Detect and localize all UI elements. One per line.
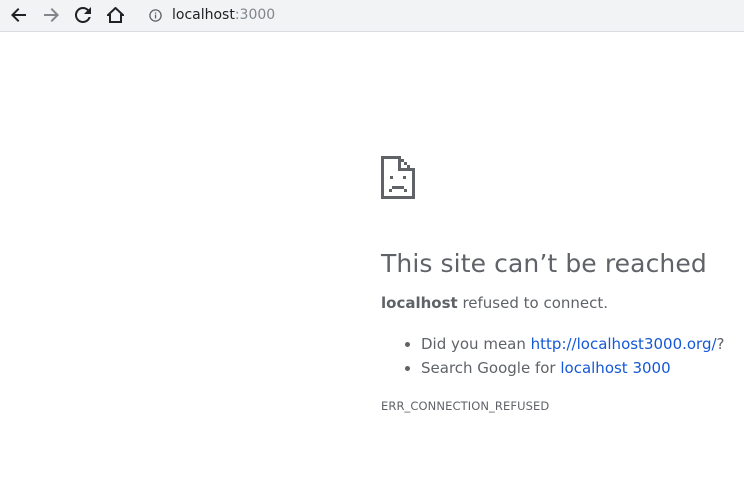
suggestion-prefix: Search Google for xyxy=(421,359,561,377)
url-host: localhost xyxy=(172,7,235,23)
list-item: Did you mean http://localhost3000.org/? xyxy=(421,332,741,356)
reload-button[interactable] xyxy=(70,3,96,27)
forward-arrow-icon xyxy=(44,8,59,22)
suggested-url-link[interactable]: http://localhost3000.org/ xyxy=(531,335,717,353)
back-button[interactable] xyxy=(6,3,32,27)
info-icon[interactable] xyxy=(147,7,163,23)
list-item: Search Google for localhost 3000 xyxy=(421,356,741,380)
forward-button[interactable] xyxy=(38,3,64,27)
back-arrow-icon xyxy=(11,8,26,22)
error-message: localhost refused to connect. xyxy=(381,293,741,313)
home-icon xyxy=(106,7,124,23)
error-message-text: refused to connect. xyxy=(457,294,609,312)
error-content: This site can’t be reached localhost ref… xyxy=(381,156,741,413)
sad-page-icon xyxy=(381,156,415,199)
google-search-link[interactable]: localhost 3000 xyxy=(560,359,670,377)
suggestions-list: Did you mean http://localhost3000.org/? … xyxy=(381,332,741,380)
page-title: This site can’t be reached xyxy=(381,249,707,278)
browser-toolbar: localhost:3000 xyxy=(0,0,744,32)
error-host: localhost xyxy=(381,294,458,312)
error-code: ERR_CONNECTION_REFUSED xyxy=(381,399,550,413)
reload-icon xyxy=(75,7,91,23)
address-bar[interactable]: localhost:3000 xyxy=(140,3,275,27)
home-button[interactable] xyxy=(102,3,128,27)
url-text[interactable]: localhost:3000 xyxy=(172,7,275,23)
suggestion-suffix: ? xyxy=(716,335,725,353)
suggestion-prefix: Did you mean xyxy=(421,335,531,353)
url-port: :3000 xyxy=(234,7,276,23)
